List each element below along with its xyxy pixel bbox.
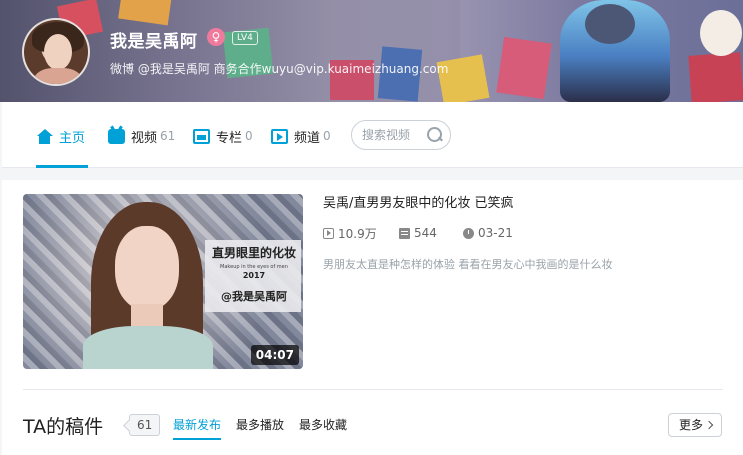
sort-latest[interactable]: 最新发布 bbox=[173, 416, 221, 433]
clock-icon bbox=[463, 227, 474, 239]
search-icon[interactable] bbox=[427, 127, 442, 142]
tab-count: 0 bbox=[245, 129, 253, 143]
home-icon bbox=[36, 128, 53, 144]
gift-box-decoration bbox=[496, 36, 552, 100]
danmaku-count: 544 bbox=[399, 225, 437, 241]
level-badge: LV4 bbox=[232, 31, 258, 45]
thumbnail-caption-title: 直男眼里的化妆 bbox=[211, 246, 296, 260]
chevron-right-icon bbox=[704, 420, 714, 430]
sort-most-favorited[interactable]: 最多收藏 bbox=[299, 416, 347, 433]
female-gender-icon: ♀ bbox=[207, 28, 225, 46]
play-icon bbox=[323, 227, 334, 239]
featured-video-title[interactable]: 吴禹/直男男友眼中的化妆 已笑疯 bbox=[323, 192, 514, 211]
tab-count: 0 bbox=[323, 129, 331, 143]
tab-label: 频道 bbox=[294, 130, 321, 146]
featured-video-description: 男朋友太直是种怎样的体验 看看在男友心中我画的是什么妆 bbox=[323, 258, 613, 271]
video-duration: 04:07 bbox=[250, 345, 299, 365]
plush-toy-decoration bbox=[585, 4, 635, 44]
tab-channels[interactable]: 频道 0 bbox=[271, 126, 331, 146]
tab-videos[interactable]: 视频 61 bbox=[108, 126, 175, 146]
main-content: 直男眼里的化妆 Makeup in the eyes of men 2017 @… bbox=[2, 180, 743, 455]
plush-bunny-decoration bbox=[700, 10, 742, 56]
publish-date: 03-21 bbox=[463, 225, 513, 241]
tab-articles[interactable]: 专栏 0 bbox=[193, 126, 253, 146]
profile-nav: 主页 视频 61 专栏 0 频道 0 bbox=[2, 102, 743, 168]
tab-count: 61 bbox=[160, 129, 176, 143]
featured-video-thumbnail[interactable]: 直男眼里的化妆 Makeup in the eyes of men 2017 @… bbox=[23, 194, 303, 369]
active-tab-indicator bbox=[36, 165, 88, 168]
thumbnail-caption-subtitle: Makeup in the eyes of men bbox=[220, 264, 288, 270]
tab-label: 专栏 bbox=[216, 130, 243, 146]
works-section-title: TA的稿件 bbox=[23, 416, 104, 438]
section-divider bbox=[23, 389, 723, 390]
avatar[interactable] bbox=[22, 18, 90, 86]
sort-most-played[interactable]: 最多播放 bbox=[236, 416, 284, 433]
more-button[interactable]: 更多 bbox=[668, 413, 722, 437]
danmaku-icon bbox=[399, 227, 410, 239]
tab-home[interactable]: 主页 bbox=[36, 126, 85, 146]
thumbnail-caption-year: 2017 bbox=[242, 271, 266, 280]
active-sort-indicator bbox=[173, 438, 221, 440]
thumbnail-caption-handle: @我是吴禹阿 bbox=[221, 290, 287, 303]
user-signature: 微博 @我是吴禹阿 商务合作wuyu@vip.kuaimeizhuang.com bbox=[110, 62, 449, 76]
gift-box-decoration bbox=[688, 52, 743, 102]
article-icon bbox=[193, 128, 210, 144]
works-count-badge: 61 bbox=[129, 414, 161, 436]
username: 我是吴禹阿 bbox=[110, 32, 198, 52]
video-search bbox=[351, 120, 451, 150]
tv-icon bbox=[108, 128, 125, 144]
play-count: 10.9万 bbox=[323, 225, 377, 241]
profile-banner: 我是吴禹阿 ♀ LV4 微博 @我是吴禹阿 商务合作wuyu@vip.kuaim… bbox=[0, 0, 743, 102]
tab-label: 主页 bbox=[59, 130, 86, 146]
search-input[interactable] bbox=[362, 127, 426, 143]
channel-icon bbox=[271, 128, 288, 144]
tab-label: 视频 bbox=[131, 130, 158, 146]
